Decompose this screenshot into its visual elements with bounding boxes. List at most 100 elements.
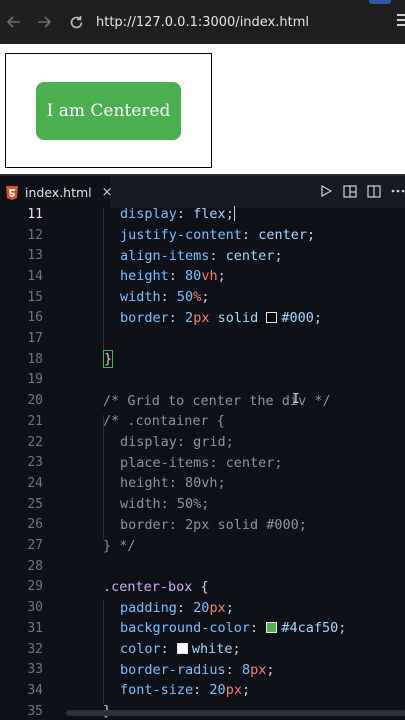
line-number: 25	[27, 496, 43, 512]
css-property: display	[120, 206, 177, 223]
more-actions-icon[interactable]	[391, 184, 405, 198]
line-number: 12	[27, 227, 43, 243]
code-line: 13 align-items: center;	[0, 245, 405, 266]
mouse-ibeam-cursor: I	[292, 392, 300, 407]
code-comment: border: 2px solid #000;	[120, 516, 307, 533]
code-line: 24 height: 80vh;	[0, 473, 405, 494]
code-line: 11 display: flex;	[0, 204, 405, 225]
back-arrow-icon[interactable]	[4, 12, 24, 32]
line-number: 14	[27, 268, 43, 284]
text-cursor	[233, 206, 235, 222]
code-editor[interactable]: 11 display: flex; 12 justify-content: ce…	[0, 206, 405, 720]
code-line: 29 .center-box {	[0, 577, 405, 598]
code-line: 17	[0, 328, 405, 349]
code-line: 21 /* .container {	[0, 411, 405, 432]
line-number: 28	[27, 558, 43, 574]
line-number: 17	[27, 331, 43, 347]
container-box: I am Centered	[5, 53, 212, 168]
forward-arrow-icon[interactable]	[34, 12, 54, 32]
line-number: 19	[27, 372, 43, 388]
code-line: 19	[0, 370, 405, 391]
line-number: 31	[27, 620, 43, 636]
code-line: 20 /* Grid to center the div */	[0, 390, 405, 411]
code-line: 12 justify-content: center;	[0, 225, 405, 246]
css-number: 20	[193, 599, 210, 616]
line-number: 16	[27, 310, 43, 326]
css-number: 80	[185, 268, 202, 285]
color-swatch-green[interactable]	[266, 622, 278, 634]
editor-actions	[309, 184, 405, 198]
run-icon[interactable]	[319, 184, 333, 198]
css-property: height	[120, 268, 169, 285]
page-preview: I am Centered	[0, 44, 405, 174]
css-number: 2	[185, 309, 194, 326]
split-editor-icon[interactable]	[367, 184, 381, 198]
css-unit: px	[225, 682, 242, 699]
code-line: 34 font-size: 20px;	[0, 680, 405, 701]
line-number: 34	[27, 682, 43, 698]
code-line: 25 width: 50%;	[0, 494, 405, 515]
code-comment: } */	[103, 537, 136, 554]
window-control-chip[interactable]	[369, 0, 391, 4]
line-number: 13	[27, 248, 43, 264]
color-swatch-white[interactable]	[176, 643, 188, 655]
open-preview-icon[interactable]	[343, 184, 357, 198]
line-number: 22	[27, 434, 43, 450]
center-box: I am Centered	[36, 81, 181, 140]
line-number: 11	[27, 206, 43, 222]
line-number: 18	[27, 351, 43, 367]
code-line: 23 place-items: center;	[0, 452, 405, 473]
tab-label: index.html	[25, 185, 92, 200]
reload-icon[interactable]	[66, 12, 86, 32]
code-comment: place-items: center;	[120, 454, 283, 471]
line-number: 20	[27, 393, 43, 409]
css-property: justify-content	[120, 227, 242, 244]
line-number: 26	[27, 517, 43, 533]
line-number: 29	[27, 579, 43, 595]
address-bar[interactable]: http://127.0.0.1:3000/index.html	[96, 15, 309, 30]
css-property: border	[120, 309, 169, 326]
css-unit: px	[193, 309, 210, 326]
color-swatch-black[interactable]	[266, 311, 278, 323]
line-number: 21	[27, 413, 43, 429]
menu-icon[interactable]	[397, 14, 405, 28]
code-line: 33 border-radius: 8px;	[0, 659, 405, 680]
code-line: 31 background-color: #4caf50;	[0, 618, 405, 639]
code-line: 27 } */	[0, 535, 405, 556]
open-brace: {	[200, 578, 209, 595]
css-value: flex	[193, 206, 226, 223]
css-number: 20	[209, 682, 226, 699]
code-line: 30 padding: 20px;	[0, 597, 405, 618]
css-unit: px	[209, 599, 226, 616]
css-number: 50	[176, 289, 194, 306]
code-line: 18 }	[0, 349, 405, 370]
css-color: #000	[281, 309, 314, 326]
close-icon[interactable]: ×	[102, 185, 113, 200]
css-value: solid	[217, 309, 259, 326]
code-line: 15 width: 50%;	[0, 287, 405, 308]
css-unit: px	[250, 661, 267, 678]
horizontal-scrollbar[interactable]	[66, 710, 405, 716]
css-property: background-color	[120, 620, 251, 637]
code-line: 14 height: 80vh;	[0, 266, 405, 287]
html5-icon	[6, 185, 18, 200]
editor-tab-strip: index.html ×	[0, 174, 405, 208]
code-comment: height: 80vh;	[120, 475, 226, 492]
code-comment: display: grid;	[120, 434, 234, 451]
code-line: 26 border: 2px solid #000;	[0, 515, 405, 536]
line-number: 24	[27, 475, 43, 491]
code-line: 22 display: grid;	[0, 432, 405, 453]
css-value: white	[191, 641, 233, 658]
css-property: padding	[120, 599, 177, 616]
line-number: 30	[27, 600, 43, 616]
line-number: 32	[27, 641, 43, 657]
line-number: 15	[27, 289, 43, 305]
code-comment: width: 50%;	[120, 496, 210, 513]
line-number: 35	[27, 703, 43, 719]
css-value: center	[225, 247, 275, 264]
css-unit: vh	[201, 268, 218, 285]
css-color: #4caf50	[281, 620, 339, 637]
browser-toolbar: http://127.0.0.1:3000/index.html	[0, 0, 405, 44]
css-value: center	[258, 227, 307, 244]
code-line: 28	[0, 556, 405, 577]
